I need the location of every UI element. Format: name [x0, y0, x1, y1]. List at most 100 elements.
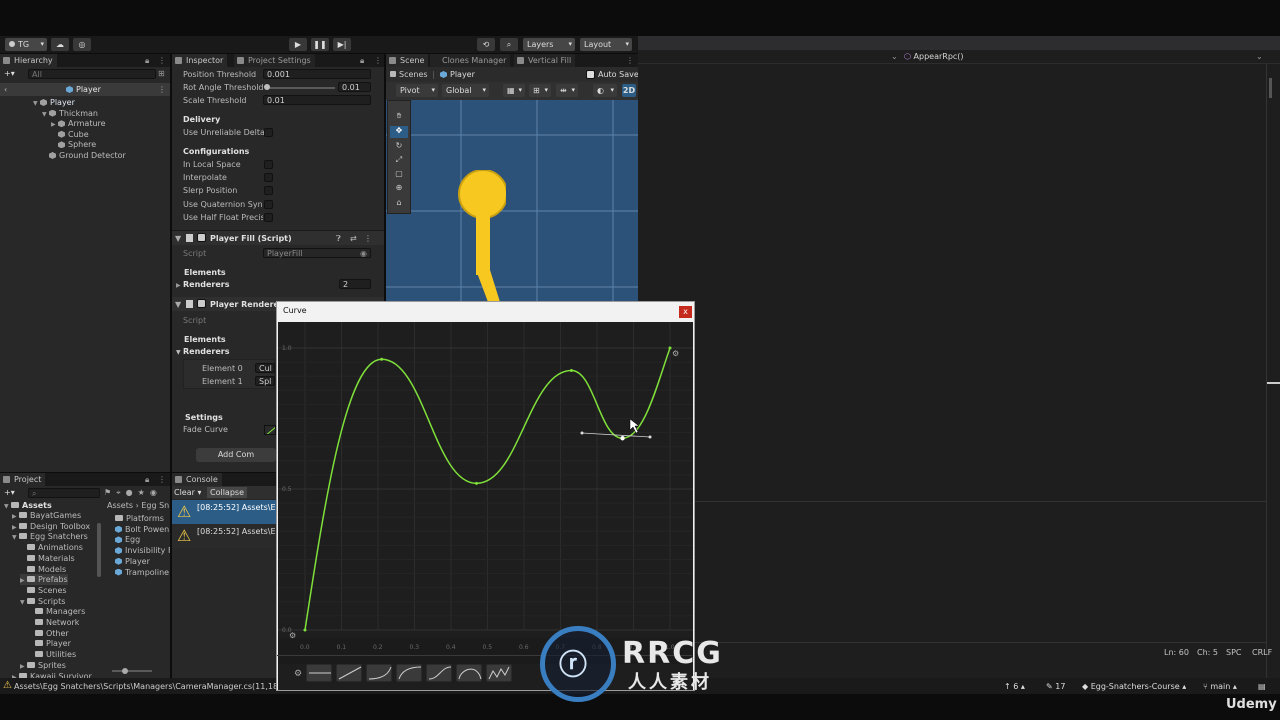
project-folder[interactable]: Models — [20, 564, 66, 575]
hierarchy-item[interactable]: ▶ Armature — [51, 118, 106, 129]
close-button[interactable]: x — [679, 306, 692, 318]
project-folder[interactable]: Utilities — [28, 649, 76, 660]
rot-angle-field[interactable]: 0.01 — [338, 82, 371, 92]
foldout-icon[interactable]: ▼ — [12, 532, 19, 542]
lock-icon[interactable]: 🔒︎ — [360, 55, 364, 66]
curve-keyframe[interactable] — [380, 357, 384, 361]
fade-curve-field[interactable] — [264, 425, 276, 435]
auto-save-checkbox[interactable] — [586, 70, 595, 79]
create-button[interactable]: +▾ — [4, 487, 15, 498]
project-folder[interactable]: ▶ Sprites — [20, 660, 66, 671]
curve-keyframe[interactable] — [569, 369, 573, 373]
more-icon[interactable]: ⋮ — [364, 233, 372, 244]
search-icon[interactable]: ⌕ — [500, 38, 518, 51]
foldout-icon[interactable]: ▼ — [20, 597, 27, 607]
rot-angle-slider-handle[interactable] — [264, 84, 270, 90]
tangent-handle-left[interactable] — [580, 431, 584, 435]
preset-icon[interactable]: ⇄ — [350, 233, 357, 244]
foldout-icon[interactable]: ▶ — [51, 119, 58, 129]
hierarchy-breadcrumb[interactable]: ‹ Player ⋮ — [0, 83, 170, 96]
key-gear-icon[interactable]: ⚙ — [289, 631, 296, 640]
scene-viewport[interactable]: ✋︎ ✥ ↻ ⤢ ▢ ⊕ ⌂ — [386, 100, 638, 302]
curve-preset-button[interactable] — [426, 664, 452, 682]
config-checkbox[interactable] — [264, 173, 273, 183]
tab-hierarchy[interactable]: Hierarchy — [0, 54, 57, 67]
curve-plot[interactable]: 0.00.10.20.30.40.50.60.70.80.91.01.00.50… — [278, 322, 693, 690]
enabled-checkbox[interactable] — [197, 299, 206, 308]
tab-project-settings[interactable]: Project Settings — [234, 54, 315, 67]
notification-icon[interactable]: ▤ — [1258, 681, 1266, 692]
rotate-tool-icon[interactable]: ↻ — [390, 141, 408, 153]
renderers-row[interactable]: ▶ Renderers — [176, 279, 230, 290]
hand-tool-icon[interactable]: ✋︎ — [390, 111, 408, 123]
path-assets[interactable]: Assets — [107, 501, 133, 510]
rot-angle-slider[interactable] — [265, 87, 335, 89]
align-dropdown[interactable]: ⇹ — [556, 84, 578, 97]
project-folder[interactable]: Network — [28, 617, 79, 628]
help-icon[interactable]: ❓︎ — [336, 233, 341, 244]
more-icon[interactable]: ⋮ — [626, 55, 634, 66]
foldout-icon[interactable]: ▶ — [20, 661, 27, 671]
foldout-icon[interactable]: ▼ — [175, 299, 181, 310]
project-folder[interactable]: ▶ Prefabs — [20, 574, 68, 586]
add-button[interactable]: +▾ — [4, 68, 15, 79]
project-file[interactable]: Invisibility F — [115, 545, 170, 556]
project-folder[interactable]: Scenes — [20, 585, 67, 596]
project-file[interactable]: Player — [115, 556, 170, 567]
move-tool-icon[interactable]: ✥ — [390, 126, 408, 138]
path-egg-snatchers[interactable]: Egg Sn — [141, 501, 169, 510]
curve-preset-button[interactable] — [306, 664, 332, 682]
project-folder[interactable]: Player — [28, 638, 71, 649]
folder-tree-scrollbar[interactable] — [97, 523, 101, 577]
member-dropdown[interactable]: ⬡ AppearRpc() — [904, 51, 964, 62]
project-folder[interactable]: Animations — [20, 542, 83, 553]
curve-preset-button[interactable] — [456, 664, 482, 682]
renderers-row-2[interactable]: ▼ Renderers — [176, 346, 230, 357]
tab-scene[interactable]: Scene — [386, 54, 429, 67]
element1-field[interactable]: Spl — [255, 376, 275, 386]
breadcrumb-scenes[interactable]: Scenes — [390, 69, 428, 80]
rect-tool-icon[interactable]: ▢ — [390, 169, 408, 181]
add-component-button[interactable]: Add Com — [196, 448, 276, 462]
project-filter-icons[interactable]: ⚑⌖●★◉ — [104, 487, 162, 498]
layers-dropdown[interactable]: Layers — [523, 38, 575, 51]
tab-inspector[interactable]: Inspector — [172, 54, 228, 67]
lock-icon[interactable]: 🔒︎ — [145, 55, 149, 66]
foldout-icon[interactable]: ▶ — [12, 511, 19, 521]
collab-icon[interactable]: ◎ — [73, 38, 91, 51]
scale-tool-icon[interactable]: ⤢ — [390, 155, 408, 167]
lock-icon[interactable]: 🔒︎ — [145, 474, 149, 485]
editor-scrollbar[interactable] — [1266, 64, 1280, 678]
curve-preset-button[interactable] — [396, 664, 422, 682]
project-folder[interactable]: Managers — [28, 606, 85, 617]
draw-mode-dropdown[interactable]: ◐ — [593, 84, 617, 97]
renderers-count-field[interactable]: 2 — [339, 279, 371, 289]
enabled-checkbox[interactable] — [197, 233, 206, 242]
config-checkbox[interactable] — [264, 160, 273, 169]
project-folder[interactable]: ▶ BayatGames — [12, 510, 81, 521]
hierarchy-item[interactable]: Cube — [51, 129, 89, 140]
toggle-2d-button[interactable]: 2D — [622, 84, 636, 97]
status-warning-text[interactable]: Assets\Egg Snatchers\Scripts\Managers\Ca… — [14, 681, 298, 692]
global-dropdown[interactable]: Global — [442, 84, 489, 97]
pivot-dropdown[interactable]: Pivot — [396, 84, 438, 97]
increment-snap-dropdown[interactable]: ⊞ — [529, 84, 551, 97]
foldout-icon[interactable]: ▶ — [12, 522, 19, 532]
repo-selector[interactable]: ◆ Egg-Snatchers-Course ▴ — [1082, 681, 1186, 692]
project-folder[interactable]: Other — [28, 628, 69, 639]
more-icon[interactable]: ⋮ — [158, 84, 166, 95]
step-button[interactable]: ▶| — [333, 38, 351, 51]
more-icon[interactable]: ⋮ — [158, 474, 166, 485]
clear-button[interactable]: Clear ▾ — [174, 487, 201, 498]
collapse-button[interactable]: Collapse — [207, 487, 247, 498]
hierarchy-item[interactable]: ▼ Thickman — [42, 108, 98, 119]
scrollbar-thumb[interactable] — [1267, 382, 1280, 384]
hierarchy-item[interactable]: Ground Detector — [42, 150, 126, 161]
foldout-icon[interactable]: ▼ — [175, 233, 181, 244]
hierarchy-search-input[interactable]: All — [28, 69, 156, 79]
curve-keyframe[interactable] — [303, 628, 307, 632]
curve-keyframe[interactable] — [620, 436, 625, 441]
foldout-icon[interactable]: ▼ — [33, 98, 40, 108]
back-icon[interactable]: ‹ — [4, 84, 7, 95]
history-icon[interactable]: ⟲ — [477, 38, 495, 51]
